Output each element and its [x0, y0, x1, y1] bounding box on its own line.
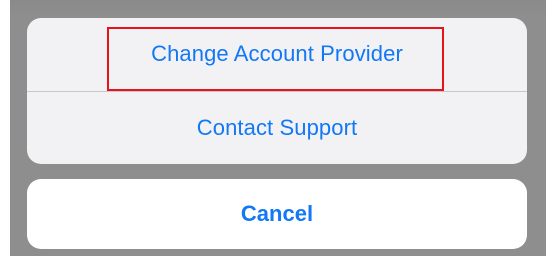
action-sheet-options: Change Account Provider Contact Support: [27, 18, 527, 164]
change-account-provider-button[interactable]: Change Account Provider: [27, 18, 527, 90]
bottom-overlay: [10, 249, 546, 256]
cancel-button[interactable]: Cancel: [27, 179, 527, 249]
contact-support-button[interactable]: Contact Support: [27, 92, 527, 164]
dimmed-background: Change Account Provider Contact Support …: [10, 0, 546, 256]
cancel-label: Cancel: [240, 201, 314, 226]
top-overlay: [10, 0, 546, 18]
contact-support-label: Contact Support: [196, 115, 358, 140]
change-account-provider-label: Change Account Provider: [151, 41, 403, 66]
